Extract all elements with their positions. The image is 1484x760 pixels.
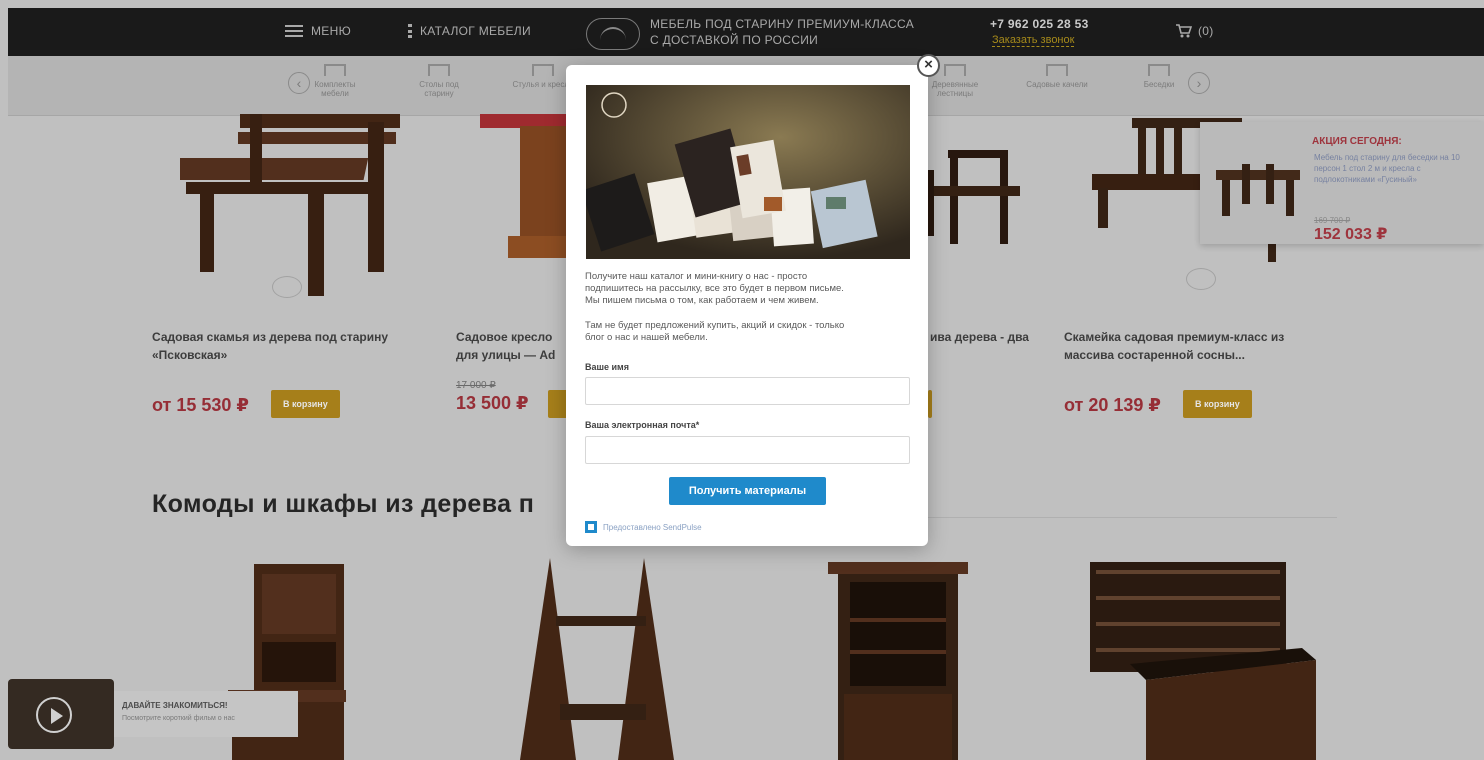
description-line: Получите наш каталог и мини-книгу о нас … bbox=[585, 271, 808, 282]
sendpulse-logo-icon bbox=[585, 521, 597, 533]
close-icon: × bbox=[924, 56, 933, 73]
email-input[interactable] bbox=[585, 436, 910, 464]
description-line: подпишитесь на рассылку, все это будет в… bbox=[585, 283, 844, 294]
description-line: Мы пишем письма о том, как работаем и че… bbox=[585, 295, 819, 306]
sendpulse-credit[interactable]: Предоставлено SendPulse bbox=[585, 521, 702, 533]
close-modal-button[interactable]: × bbox=[917, 54, 940, 77]
modal-description-2: Там не будет предложений купить, акций и… bbox=[585, 320, 907, 344]
catalog-banner-image bbox=[586, 85, 910, 259]
description-line: блог о нас и нашей мебели. bbox=[585, 332, 708, 343]
email-field-label: Ваша электронная почта* bbox=[585, 420, 700, 430]
name-input[interactable] bbox=[585, 377, 910, 405]
description-line: Там не будет предложений купить, акций и… bbox=[585, 320, 845, 331]
subscribe-modal: Получите наш каталог и мини-книгу о нас … bbox=[566, 65, 928, 546]
modal-description: Получите наш каталог и мини-книгу о нас … bbox=[585, 271, 907, 307]
sendpulse-credit-text: Предоставлено SendPulse bbox=[603, 522, 702, 532]
get-materials-button[interactable]: Получить материалы bbox=[669, 477, 826, 505]
name-field-label: Ваше имя bbox=[585, 362, 629, 372]
